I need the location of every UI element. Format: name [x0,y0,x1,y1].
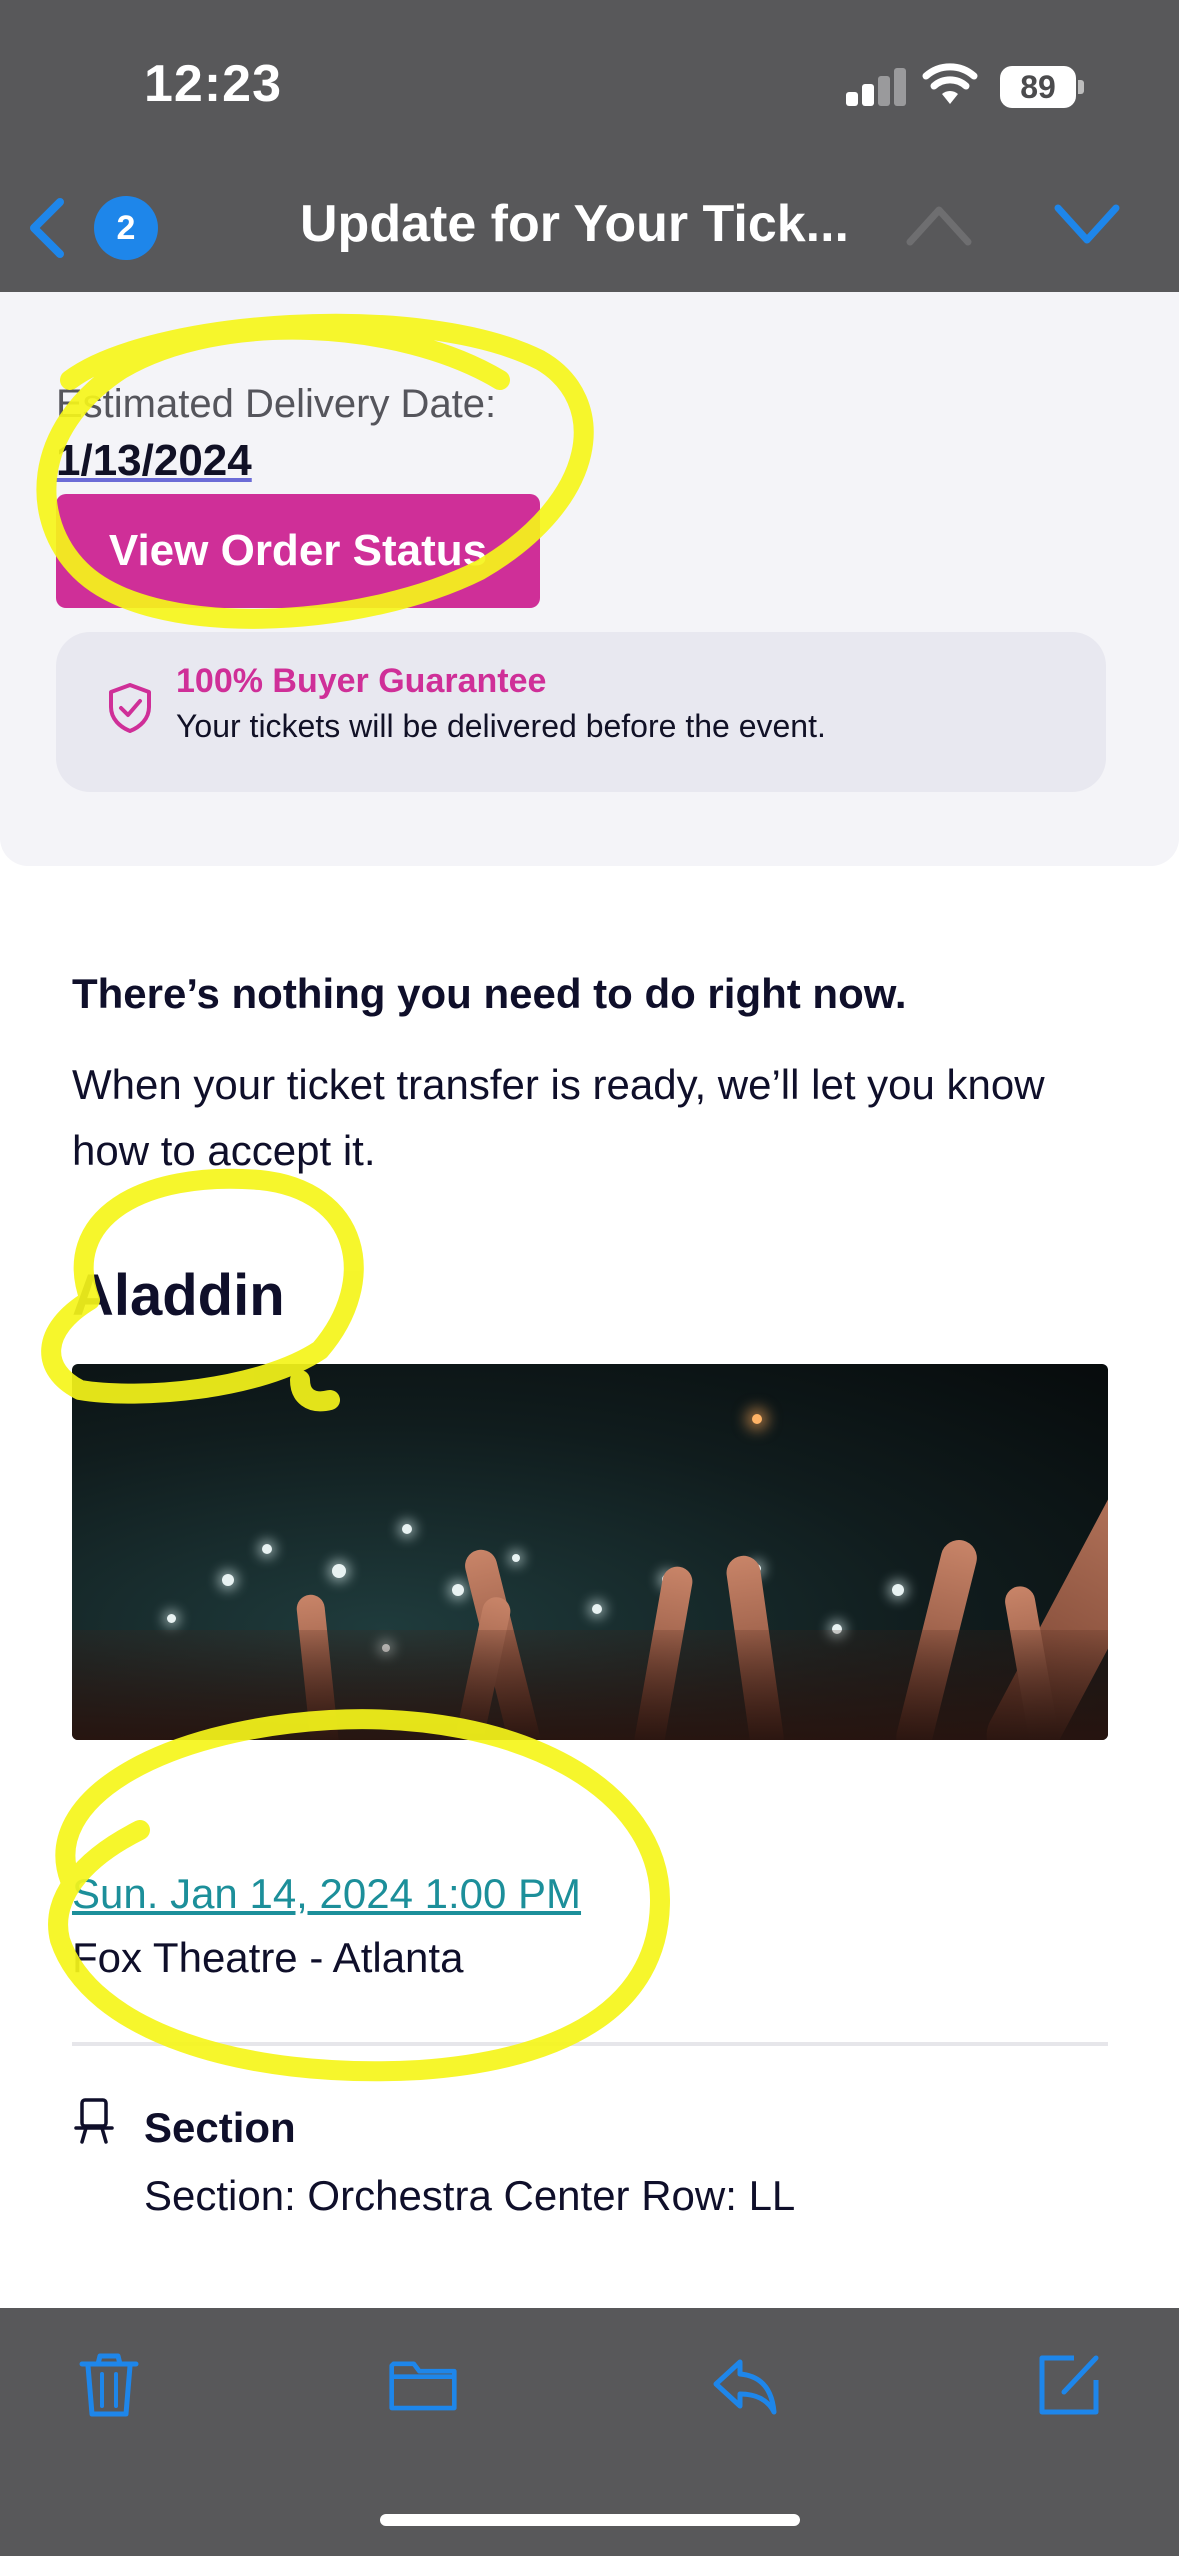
event-title: Aladdin [72,1263,285,1328]
folder-icon[interactable] [388,2350,458,2420]
unread-count-badge[interactable]: 2 [94,196,158,260]
compose-icon[interactable] [1034,2350,1104,2420]
wifi-icon [922,63,978,104]
message-heading: There’s nothing you need to do right now… [72,970,907,1017]
event-date-link[interactable]: Sun. Jan 14, 2024 1:00 PM [72,1870,581,1918]
section-label: Section [144,2104,296,2151]
previous-message-chevron-up-icon[interactable] [904,200,974,250]
battery-indicator: 89 [1000,66,1076,108]
divider [72,2042,1108,2046]
estimated-delivery-date[interactable]: 1/13/2024 [56,436,252,486]
back-chevron-icon[interactable] [24,196,70,260]
shield-check-icon [109,683,151,733]
battery-tip [1078,80,1084,94]
reply-icon[interactable] [710,2350,780,2420]
buyer-guarantee-text: Your tickets will be delivered before th… [176,708,826,744]
view-order-status-button[interactable]: View Order Status [56,494,540,608]
home-indicator [380,2514,800,2526]
status-time: 12:23 [144,55,282,113]
message-body: When your ticket transfer is ready, we’l… [72,1061,1045,1174]
buyer-guarantee-title: 100% Buyer Guarantee [176,662,547,700]
trash-icon[interactable] [74,2350,144,2420]
event-image [72,1364,1108,1740]
section-value: Section: Orchestra Center Row: LL [144,2172,796,2219]
estimated-delivery-label: Estimated Delivery Date: [56,382,497,426]
seat-icon [74,2098,114,2144]
next-message-chevron-down-icon[interactable] [1052,200,1122,250]
event-venue: Fox Theatre - Atlanta [72,1934,464,1981]
email-subject-title: Update for Your Tick... [300,195,849,253]
signal-icon [846,66,906,106]
email-screen: 12:23 89 2 Update for Your Tick... Estim… [0,0,1179,2556]
